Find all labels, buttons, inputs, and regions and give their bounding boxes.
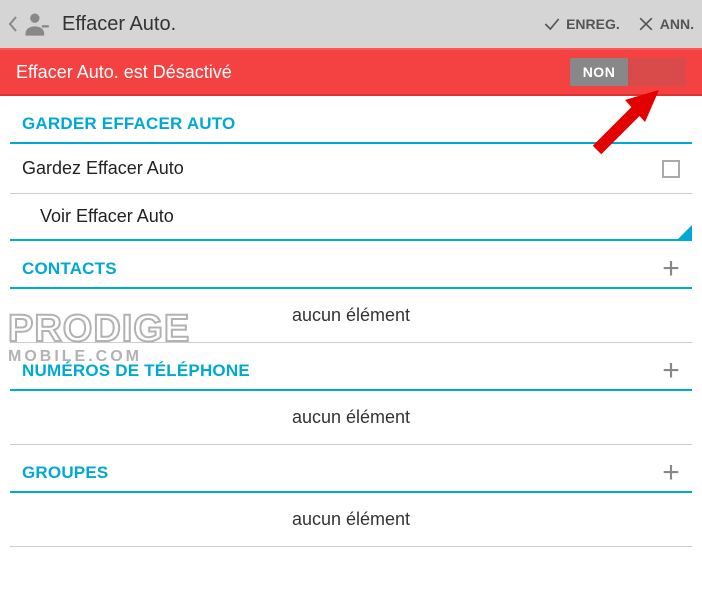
- chevron-left-icon: [8, 16, 18, 32]
- phones-empty: aucun élément: [10, 391, 692, 445]
- save-label: ENREG.: [566, 16, 620, 32]
- groups-empty: aucun élément: [10, 493, 692, 547]
- section-keep-title: GARDER EFFACER AUTO: [22, 114, 235, 134]
- toggle-switch[interactable]: NON: [570, 58, 686, 86]
- section-groups-header: GROUPES +: [10, 445, 692, 493]
- back-button[interactable]: [8, 10, 62, 38]
- keep-checkbox[interactable]: [662, 160, 680, 178]
- cancel-label: ANN.: [660, 16, 694, 32]
- check-icon: [542, 14, 562, 34]
- view-row[interactable]: Voir Effacer Auto: [10, 194, 692, 241]
- add-contact-button[interactable]: +: [662, 259, 680, 279]
- section-phones-header: NUMÉROS DE TÉLÉPHONE +: [10, 343, 692, 391]
- add-group-button[interactable]: +: [662, 463, 680, 483]
- keep-row[interactable]: Gardez Effacer Auto: [10, 144, 692, 194]
- contact-icon: [22, 10, 50, 38]
- save-button[interactable]: ENREG.: [542, 14, 620, 34]
- toggle-knob: NON: [570, 58, 628, 86]
- section-phones-title: NUMÉROS DE TÉLÉPHONE: [22, 361, 250, 381]
- section-contacts-title: CONTACTS: [22, 259, 117, 279]
- section-groups-title: GROUPES: [22, 463, 108, 483]
- contacts-empty: aucun élément: [10, 289, 692, 343]
- content-area: GARDER EFFACER AUTO Gardez Effacer Auto …: [0, 96, 702, 547]
- app-header: Effacer Auto. ENREG. ANN.: [0, 0, 702, 48]
- section-keep-header: GARDER EFFACER AUTO: [10, 96, 692, 144]
- view-row-label: Voir Effacer Auto: [40, 206, 174, 226]
- status-bar: Effacer Auto. est Désactivé NON: [0, 48, 702, 96]
- page-title: Effacer Auto.: [62, 13, 526, 36]
- add-phone-button[interactable]: +: [662, 361, 680, 381]
- cancel-button[interactable]: ANN.: [636, 14, 694, 34]
- keep-row-label: Gardez Effacer Auto: [22, 158, 184, 179]
- status-text: Effacer Auto. est Désactivé: [16, 62, 570, 83]
- close-icon: [636, 14, 656, 34]
- section-contacts-header: CONTACTS +: [10, 241, 692, 289]
